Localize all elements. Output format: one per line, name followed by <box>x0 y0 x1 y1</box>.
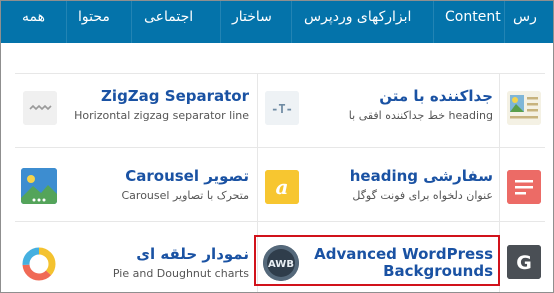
tab-content-fa[interactable]: محتوا <box>78 1 110 35</box>
widget-title: جداکننده با متن <box>379 87 493 105</box>
grid-line <box>15 73 545 74</box>
doughnut-chart-icon[interactable] <box>21 246 57 282</box>
tab-wordpress-widgets[interactable]: ابزارکهای وردپرس <box>304 1 411 35</box>
widget-description: خط جداکننده افقی با heading <box>348 109 493 122</box>
widget-advanced-wordpress-backgrounds[interactable]: Advanced WordPress Backgrounds <box>301 243 493 283</box>
image-text-icon[interactable] <box>507 91 541 125</box>
tab-divider <box>220 1 221 43</box>
letter-a-glyph: a <box>276 175 289 199</box>
widget-title: ZigZag Separator <box>101 87 249 105</box>
tab-divider <box>131 1 132 43</box>
g-logo-icon[interactable]: G <box>507 245 541 279</box>
awb-logo-icon[interactable]: AWB <box>263 245 299 281</box>
grid-line <box>15 147 545 148</box>
widget-description: Horizontal zigzag separator line <box>74 109 249 122</box>
image-carousel-icon[interactable] <box>21 168 57 204</box>
widget-grid: جداکننده با متن خط جداکننده افقی با head… <box>1 43 553 292</box>
widget-separator-with-text[interactable]: جداکننده با متن خط جداکننده افقی با head… <box>287 87 493 127</box>
letter-a-icon[interactable]: a <box>265 170 299 204</box>
text-divider-icon[interactable]: -T- <box>265 91 299 125</box>
widget-title: heading سفارشی <box>349 167 493 185</box>
widget-title: Carousel تصویر <box>125 167 249 185</box>
tab-social[interactable]: اجتماعی <box>144 1 193 35</box>
grid-line <box>499 73 500 292</box>
widget-title-line1: Advanced WordPress <box>314 245 493 263</box>
tab-all[interactable]: همه <box>22 1 45 35</box>
heading-lines-icon[interactable] <box>507 170 541 204</box>
widget-description: عنوان دلخواه برای فونت گوگل <box>352 189 493 202</box>
widget-doughnut-chart[interactable]: نمودار حلقه ای Pie and Doughnut charts <box>65 245 249 285</box>
tab-divider <box>66 1 67 43</box>
tab-partial[interactable]: رس <box>513 1 537 35</box>
tab-divider <box>291 1 292 43</box>
widget-custom-heading[interactable]: heading سفارشی عنوان دلخواه برای فونت گو… <box>287 167 493 207</box>
zigzag-icon[interactable] <box>23 91 57 125</box>
widget-image-carousel[interactable]: Carousel تصویر Carousel متحرک با تصاویر <box>65 167 250 207</box>
grid-line <box>15 221 545 222</box>
element-picker-panel: رس Content ابزارکهای وردپرس ساختار اجتما… <box>0 0 554 293</box>
widget-zigzag-separator[interactable]: ZigZag Separator Horizontal zigzag separ… <box>65 87 249 127</box>
text-divider-glyph: -T- <box>271 102 293 116</box>
widget-description: Pie and Doughnut charts <box>112 267 249 280</box>
tab-divider <box>433 1 434 43</box>
tab-divider <box>504 1 505 43</box>
tab-content[interactable]: Content <box>445 1 501 35</box>
widget-title-line2: Backgrounds <box>383 262 493 280</box>
category-tab-bar: رس Content ابزارکهای وردپرس ساختار اجتما… <box>1 1 553 43</box>
tab-structure[interactable]: ساختار <box>232 1 272 35</box>
grid-line <box>257 73 258 292</box>
widget-description: Carousel متحرک با تصاویر <box>121 189 250 202</box>
widget-title: نمودار حلقه ای <box>136 245 249 263</box>
awb-logo-glyph: AWB <box>268 259 294 270</box>
g-logo-glyph: G <box>516 252 532 274</box>
